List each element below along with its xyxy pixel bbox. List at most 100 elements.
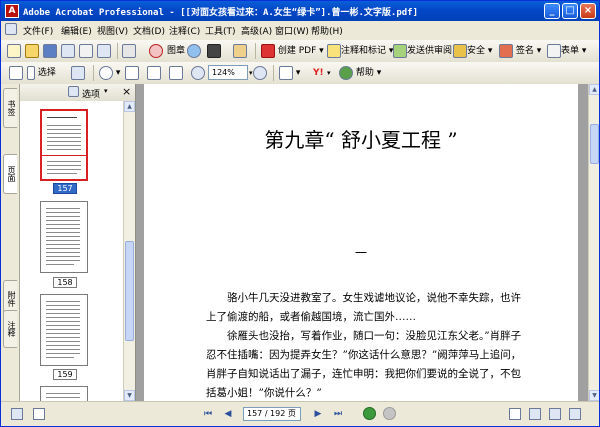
page-label-159[interactable]: 159 bbox=[53, 369, 77, 380]
sign-label: 签名 bbox=[515, 46, 534, 56]
maximize-button[interactable]: □ bbox=[562, 3, 578, 19]
page-number-input[interactable]: 157 / 192 页 bbox=[243, 407, 301, 421]
close-button[interactable]: × bbox=[580, 3, 596, 19]
email-icon[interactable] bbox=[79, 43, 93, 59]
next-page-button[interactable]: ▶ bbox=[311, 407, 325, 421]
comment-markup-label: 注释和标记 bbox=[341, 46, 387, 56]
menu-comments[interactable]: 注释(C) bbox=[169, 24, 200, 37]
hand-tool-icon[interactable] bbox=[9, 65, 23, 81]
single-page-icon[interactable] bbox=[509, 408, 521, 420]
stamp-person-icon[interactable] bbox=[233, 43, 247, 59]
first-page-button[interactable]: ⏮ bbox=[201, 407, 215, 421]
secure-label: 安全 bbox=[467, 46, 486, 56]
actual-size-icon[interactable] bbox=[125, 65, 139, 81]
zoom-dropdown-arrow[interactable]: ▾ bbox=[249, 65, 253, 81]
menu-advanced[interactable]: 高级(A) bbox=[241, 24, 272, 37]
zoom-level-input[interactable]: 124% bbox=[208, 65, 248, 80]
tab-comments[interactable]: 注释 bbox=[3, 310, 17, 348]
toolbar-separator bbox=[273, 65, 274, 81]
menu-view[interactable]: 视图(V) bbox=[97, 24, 128, 37]
attach-icon[interactable] bbox=[122, 43, 136, 59]
doc-scroll-up-arrow[interactable]: ▲ bbox=[589, 84, 599, 95]
select-tool-button[interactable]: 选择 bbox=[27, 65, 56, 81]
yahoo-dropdown-arrow[interactable]: ▾ bbox=[327, 65, 331, 81]
zoom-in-icon[interactable] bbox=[253, 65, 267, 81]
options-icon[interactable] bbox=[68, 86, 79, 97]
options-dropdown-arrow[interactable]: ▾ bbox=[104, 87, 108, 95]
display-icon[interactable] bbox=[11, 408, 23, 420]
continuous-icon[interactable] bbox=[529, 408, 541, 420]
doc-scroll-thumb[interactable] bbox=[590, 124, 599, 164]
tab-pages[interactable]: 页面 bbox=[3, 154, 17, 194]
last-page-button[interactable]: ⏭ bbox=[331, 407, 345, 421]
menu-document[interactable]: 文档(D) bbox=[133, 24, 165, 37]
doc-scroll-down-arrow[interactable]: ▼ bbox=[589, 390, 599, 401]
pages-panel: 选项 ▾ × 157 158 159 ▲ ▼ bbox=[20, 84, 136, 401]
window-title: Adobe Acrobat Professional - [[对面女孩看过来：A… bbox=[23, 8, 418, 18]
menu-help[interactable]: 帮助(H) bbox=[311, 24, 343, 37]
menu-tools[interactable]: 工具(T) bbox=[205, 24, 236, 37]
yahoo-icon[interactable]: Y! bbox=[313, 65, 324, 81]
toolbar-file: 图章 创建 PDF ▾ 注释和标记 ▾ 发送供审阅 ▾ 安全 ▾ 签名 ▾ 表单… bbox=[1, 40, 599, 63]
snapshot-icon[interactable] bbox=[71, 65, 85, 81]
paragraph-1: 骆小牛几天没进教室了。女生戏谑地议论，说他不幸失踪，也许上了偷渡的船，或者偷越国… bbox=[206, 292, 521, 323]
continuous-facing-icon[interactable] bbox=[569, 408, 581, 420]
page-thumbnail-157[interactable] bbox=[40, 109, 88, 181]
page-label-157[interactable]: 157 bbox=[53, 183, 77, 194]
toolbar-separator bbox=[117, 43, 118, 59]
create-pdf-icon bbox=[261, 43, 275, 58]
page-thumbnail-160[interactable] bbox=[40, 386, 88, 401]
rotate-view-icon[interactable]: ▾ bbox=[279, 65, 300, 81]
acrobat-app-icon[interactable]: A bbox=[5, 4, 19, 18]
thumbnail-list: 157 158 159 bbox=[20, 101, 123, 401]
web-globe-icon[interactable] bbox=[187, 43, 201, 59]
previous-view-icon[interactable] bbox=[363, 407, 376, 420]
new-document-icon[interactable] bbox=[7, 43, 21, 59]
print-icon[interactable] bbox=[61, 43, 75, 59]
forms-button[interactable]: 表单 ▾ bbox=[547, 43, 586, 59]
page-info-icon[interactable] bbox=[33, 408, 45, 420]
scroll-down-arrow[interactable]: ▼ bbox=[124, 390, 135, 401]
fit-page-icon[interactable] bbox=[147, 65, 161, 81]
toolbar-separator bbox=[255, 43, 256, 59]
document-view[interactable]: 第九章“ 舒小夏工程 ” 一 骆小牛几天没进教室了。女生戏谑地议论，说他不幸失踪… bbox=[136, 84, 588, 401]
menu-bar: 文件(F) 编辑(E) 视图(V) 文档(D) 注释(C) 工具(T) 高级(A… bbox=[1, 21, 599, 41]
menu-edit[interactable]: 编辑(E) bbox=[61, 24, 92, 37]
thumbnail-scrollbar[interactable]: ▲ ▼ bbox=[123, 101, 135, 401]
secure-button[interactable]: 安全 ▾ bbox=[453, 43, 492, 59]
panel-close-icon[interactable]: × bbox=[122, 85, 131, 98]
organizer-icon[interactable] bbox=[97, 43, 111, 59]
select-label: 选择 bbox=[37, 68, 56, 78]
create-pdf-label: 创建 PDF bbox=[277, 46, 317, 56]
minimize-button[interactable]: _ bbox=[544, 3, 560, 19]
next-view-icon[interactable] bbox=[383, 407, 396, 420]
page-label-158[interactable]: 158 bbox=[53, 277, 77, 288]
page-thumbnail-159[interactable] bbox=[40, 294, 88, 366]
zoom-tool-icon[interactable]: ▾ bbox=[99, 65, 120, 81]
comment-markup-button[interactable]: 注释和标记 ▾ bbox=[327, 43, 393, 59]
sign-button[interactable]: 签名 ▾ bbox=[499, 43, 541, 59]
scroll-thumb[interactable] bbox=[125, 241, 134, 341]
image-stamp-icon[interactable] bbox=[149, 43, 163, 59]
zoom-out-icon[interactable] bbox=[191, 65, 205, 81]
create-pdf-button[interactable]: 创建 PDF ▾ bbox=[261, 43, 324, 59]
title-bar[interactable]: A Adobe Acrobat Professional - [[对面女孩看过来… bbox=[1, 1, 599, 21]
page-thumbnail-158[interactable] bbox=[40, 201, 88, 273]
tab-bookmarks[interactable]: 书签 bbox=[3, 88, 17, 128]
lock-icon bbox=[453, 43, 467, 58]
prev-page-button[interactable]: ◀ bbox=[221, 407, 235, 421]
options-menu[interactable]: 选项 bbox=[82, 87, 100, 100]
save-icon[interactable] bbox=[43, 43, 57, 59]
facing-icon[interactable] bbox=[549, 408, 561, 420]
document-menu-icon[interactable] bbox=[5, 23, 17, 35]
fit-width-icon[interactable] bbox=[169, 65, 183, 81]
scroll-up-arrow[interactable]: ▲ bbox=[124, 101, 135, 112]
menu-file[interactable]: 文件(F) bbox=[23, 24, 53, 37]
document-scrollbar[interactable]: ▲ ▼ bbox=[588, 84, 599, 401]
help-button[interactable]: 帮助 ▾ bbox=[339, 65, 381, 81]
pdf-page[interactable]: 第九章“ 舒小夏工程 ” 一 骆小牛几天没进教室了。女生戏谑地议论，说他不幸失踪… bbox=[144, 84, 578, 401]
open-folder-icon[interactable] bbox=[25, 43, 39, 59]
find-binoculars-icon[interactable] bbox=[207, 43, 221, 59]
menu-window[interactable]: 窗口(W) bbox=[275, 24, 309, 37]
send-review-button[interactable]: 发送供审阅 ▾ bbox=[393, 43, 459, 59]
